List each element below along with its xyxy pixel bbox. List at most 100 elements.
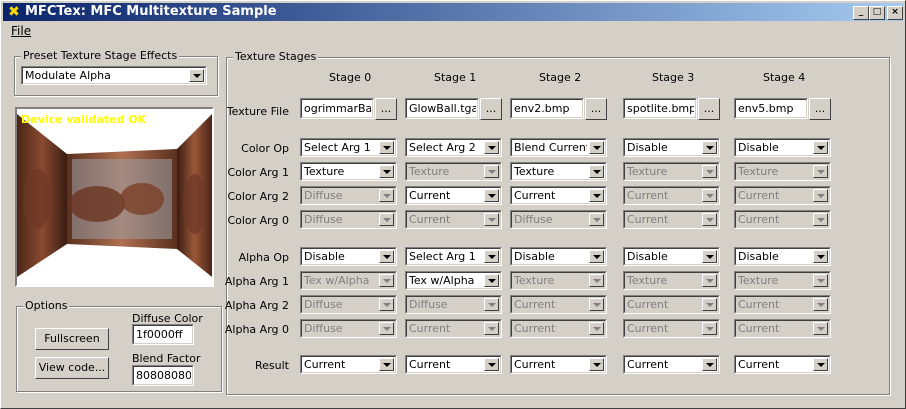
chevron-down-icon (702, 165, 717, 178)
alpha-arg2-select-stage-2: Current (510, 295, 607, 314)
chevron-down-icon[interactable] (484, 141, 499, 154)
row-label-alpha-arg2: Alpha Arg 2 (224, 299, 289, 312)
chevron-down-icon (589, 213, 604, 226)
alpha-arg0-select-stage-1: Current (405, 319, 502, 338)
color-arg0-select-stage-1: Current (405, 210, 502, 229)
alpha-arg1-select-stage-1[interactable]: Tex w/Alpha (405, 271, 502, 290)
browse-button-stage-3[interactable]: ... (698, 98, 720, 120)
stage-header-2: Stage 2 (539, 71, 582, 84)
alpha-op-select-stage-0[interactable]: Disable (300, 247, 397, 266)
chevron-down-icon[interactable] (484, 250, 499, 263)
chevron-down-icon[interactable] (813, 358, 828, 371)
color-arg0-select-stage-0: Diffuse (300, 210, 397, 229)
color-op-select-stage-1[interactable]: Select Arg 2 (405, 138, 502, 157)
browse-button-stage-1[interactable]: ... (480, 98, 502, 120)
chevron-down-icon[interactable] (589, 141, 604, 154)
chevron-down-icon (702, 322, 717, 335)
alpha-arg2-select-stage-3: Current (623, 295, 720, 314)
chevron-down-icon (813, 213, 828, 226)
color-op-select-stage-3[interactable]: Disable (623, 138, 720, 157)
device-status: Device validated OK (21, 113, 147, 126)
color-arg2-select-stage-2[interactable]: Current (510, 186, 607, 205)
chevron-down-icon[interactable] (589, 189, 604, 202)
color-arg2-select-stage-1[interactable]: Current (405, 186, 502, 205)
color-arg1-select-stage-0[interactable]: Texture (300, 162, 397, 181)
chevron-down-icon[interactable] (589, 165, 604, 178)
result-select-stage-0[interactable]: Current (300, 355, 397, 374)
chevron-down-icon[interactable] (379, 358, 394, 371)
result-select-stage-4[interactable]: Current (734, 355, 831, 374)
chevron-down-icon[interactable] (379, 250, 394, 263)
diffuse-color-field[interactable]: 1f0000ff (132, 324, 194, 345)
color-arg1-select-stage-2[interactable]: Texture (510, 162, 607, 181)
chevron-down-icon (589, 274, 604, 287)
close-button[interactable]: × (887, 6, 903, 20)
color-op-select-stage-4[interactable]: Disable (734, 138, 831, 157)
title-bar[interactable]: ✖ MFCTex: MFC Multitexture Sample _ □ × (3, 3, 903, 21)
maximize-button[interactable]: □ (869, 6, 885, 20)
chevron-down-icon (484, 298, 499, 311)
chevron-down-icon (589, 298, 604, 311)
chevron-down-icon[interactable] (484, 189, 499, 202)
browse-button-stage-0[interactable]: ... (375, 98, 397, 120)
chevron-down-icon[interactable] (702, 358, 717, 371)
result-select-stage-1[interactable]: Current (405, 355, 502, 374)
texture-file-field-stage-1[interactable]: GlowBall.tga (405, 98, 479, 119)
row-label-color-op: Color Op (241, 142, 289, 155)
texture-file-field-stage-3[interactable]: spotlite.bmp (623, 98, 697, 119)
chevron-down-icon (702, 274, 717, 287)
chevron-down-icon (379, 189, 394, 202)
texture-file-field-stage-2[interactable]: env2.bmp (510, 98, 584, 119)
preset-select[interactable]: Modulate Alpha (21, 66, 207, 85)
color-arg1-select-stage-3: Texture (623, 162, 720, 181)
color-op-select-stage-2[interactable]: Blend Current P (510, 138, 607, 157)
chevron-down-icon[interactable] (484, 274, 499, 287)
minimize-button[interactable]: _ (853, 6, 869, 20)
chevron-down-icon (702, 189, 717, 202)
blend-factor-label: Blend Factor (132, 352, 201, 365)
fullscreen-button[interactable]: Fullscreen (35, 328, 109, 350)
chevron-down-icon[interactable] (189, 69, 204, 82)
alpha-arg1-select-stage-4: Texture (734, 271, 831, 290)
menu-file[interactable]: File (11, 24, 31, 38)
texture-file-field-stage-4[interactable]: env5.bmp (734, 98, 808, 119)
chevron-down-icon[interactable] (379, 141, 394, 154)
chevron-down-icon[interactable] (813, 250, 828, 263)
alpha-op-select-stage-2[interactable]: Disable (510, 247, 607, 266)
chevron-down-icon (702, 298, 717, 311)
main-window: ✖ MFCTex: MFC Multitexture Sample _ □ × … (0, 0, 906, 409)
chevron-down-icon (813, 165, 828, 178)
chevron-down-icon (484, 165, 499, 178)
chevron-down-icon (484, 322, 499, 335)
color-arg1-select-stage-4: Texture (734, 162, 831, 181)
chevron-down-icon (379, 322, 394, 335)
result-select-stage-3[interactable]: Current (623, 355, 720, 374)
chevron-down-icon[interactable] (589, 250, 604, 263)
browse-button-stage-2[interactable]: ... (585, 98, 607, 120)
render-preview: Device validated OK (15, 107, 214, 287)
chevron-down-icon (702, 213, 717, 226)
row-label-alpha-arg0: Alpha Arg 0 (224, 323, 289, 336)
alpha-op-select-stage-4[interactable]: Disable (734, 247, 831, 266)
alpha-arg0-select-stage-0: Diffuse (300, 319, 397, 338)
chevron-down-icon[interactable] (702, 141, 717, 154)
view-code-button[interactable]: View code... (35, 357, 109, 379)
alpha-op-select-stage-3[interactable]: Disable (623, 247, 720, 266)
chevron-down-icon[interactable] (702, 250, 717, 263)
browse-button-stage-4[interactable]: ... (809, 98, 831, 120)
chevron-down-icon[interactable] (484, 358, 499, 371)
blend-factor-field[interactable]: 80808080 (132, 365, 194, 386)
chevron-down-icon (813, 322, 828, 335)
chevron-down-icon[interactable] (379, 165, 394, 178)
chevron-down-icon[interactable] (589, 358, 604, 371)
color-arg0-select-stage-4: Current (734, 210, 831, 229)
texture-file-field-stage-0[interactable]: ogrimmarBanne (300, 98, 374, 119)
chevron-down-icon[interactable] (813, 141, 828, 154)
row-label-result: Result (255, 359, 289, 372)
color-arg2-select-stage-0: Diffuse (300, 186, 397, 205)
result-select-stage-2[interactable]: Current (510, 355, 607, 374)
stage-header-3: Stage 3 (652, 71, 695, 84)
row-label-color-arg2: Color Arg 2 (227, 190, 289, 203)
alpha-op-select-stage-1[interactable]: Select Arg 1 (405, 247, 502, 266)
color-op-select-stage-0[interactable]: Select Arg 1 (300, 138, 397, 157)
